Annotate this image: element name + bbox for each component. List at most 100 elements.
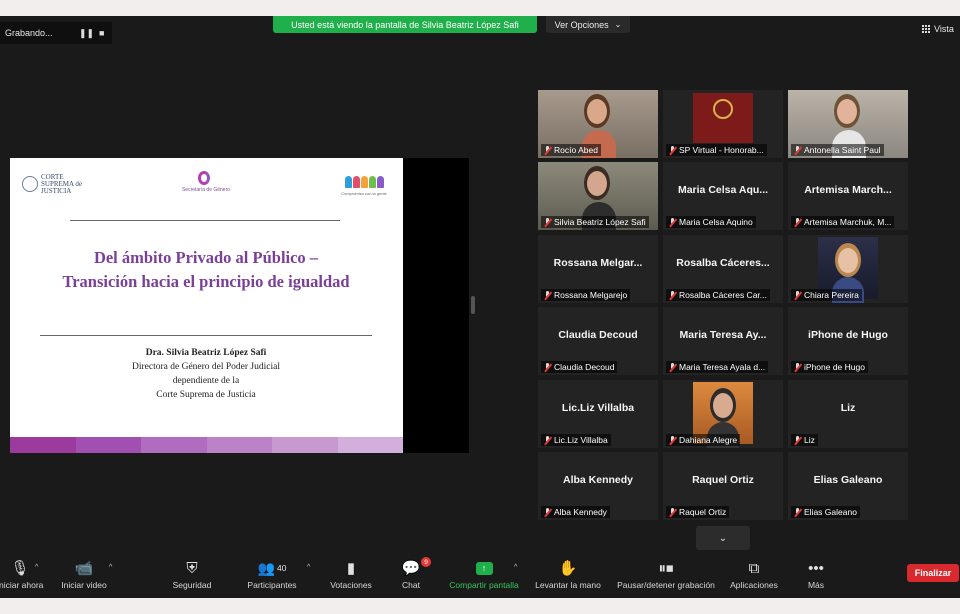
participant-name-label: Maria Teresa Ayala d... (666, 361, 769, 373)
footer-bar-segment (337, 437, 403, 453)
participant-name-label: Raquel Ortiz (666, 506, 730, 518)
participant-tile[interactable]: Claudia Decoud Claudia Decoud (538, 307, 658, 375)
share-screen-button[interactable]: ↑ Compartir pantalla (446, 558, 522, 590)
participant-tile[interactable]: Silvia Beatriz López Safi (538, 162, 658, 230)
participant-name-label: iPhone de Hugo (791, 361, 868, 373)
video-button[interactable]: 📹 Iniciar video (58, 558, 110, 590)
footer-bar-segment (272, 437, 338, 453)
genero-logo: Secretaría de Género (176, 171, 236, 201)
chevron-down-icon: ⌄ (718, 532, 728, 544)
audio-options-caret[interactable]: ^ (35, 564, 38, 571)
compromiso-logo: Compromiso con la gente (336, 176, 392, 202)
chat-button[interactable]: 💬 9 Chat (396, 557, 431, 590)
muted-mic-icon (544, 217, 551, 227)
stop-icon[interactable]: ■ (99, 28, 104, 38)
people-figures-icon (336, 176, 392, 188)
hand-icon: ✋ (558, 560, 578, 577)
participant-tile[interactable]: Rossana Melgar... Rossana Melgarejo (538, 235, 658, 303)
recording-indicator: Grabando... ❚❚ ■ (0, 22, 112, 44)
video-options-caret[interactable]: ^ (109, 564, 112, 571)
security-button[interactable]: ⛨ Seguridad (167, 558, 217, 591)
muted-mic-icon (794, 507, 801, 517)
apps-icon: ⧉ (748, 559, 760, 577)
participant-tile[interactable]: Antonella Saint Paul (788, 90, 908, 158)
participant-tile[interactable]: Alba Kennedy Alba Kennedy (538, 452, 658, 520)
corte-suprema-logo: CORTE SUPREMA de JUSTICIA (22, 174, 86, 200)
muted-mic-icon (544, 507, 551, 517)
participants-button[interactable]: 👥 40 Participantes (244, 558, 300, 591)
participant-tile[interactable]: Rosalba Cáceres... Rosalba Cáceres Car... (663, 235, 783, 303)
participant-tile[interactable]: iPhone de Hugo iPhone de Hugo (788, 307, 908, 375)
recording-control-button[interactable]: ⏸⏹ Pausar/detener grabación (613, 558, 719, 591)
split-handle[interactable] (471, 296, 475, 314)
muted-mic-icon (669, 507, 676, 517)
participant-name-label: Alba Kennedy (541, 506, 610, 518)
participant-display-name: Maria Teresa Ay... (679, 329, 767, 341)
participant-display-name: Liz (840, 402, 856, 414)
muted-mic-icon (794, 435, 801, 445)
author-role: Directora de Género del Poder Judicial (132, 362, 280, 372)
microphone-muted-icon: 🎙 (10, 560, 30, 577)
participant-display-name: Elias Galeano (813, 474, 883, 486)
divider-line (40, 335, 372, 336)
raise-hand-button[interactable]: ✋ Levantar la mano (532, 558, 604, 590)
gallery-expand-button[interactable]: ⌄ (696, 526, 750, 550)
video-off-icon: 📹 (74, 560, 94, 577)
participant-name-label: Lic.Liz Villalba (541, 434, 611, 446)
participant-name-label: Chiara Pereira (791, 289, 862, 301)
muted-mic-icon (669, 435, 676, 445)
muted-mic-icon (794, 290, 801, 300)
audio-button[interactable]: 🎙 Iniciar ahora (0, 558, 46, 590)
view-label: Vista (934, 24, 954, 34)
muted-mic-icon (669, 145, 676, 155)
author-role: dependiente de la (172, 376, 240, 386)
participant-name-label: Liz (791, 434, 818, 446)
pause-icon[interactable]: ❚❚ (79, 28, 94, 39)
participant-tile[interactable]: SP Virtual - Honorab... (663, 90, 783, 158)
participant-tile[interactable]: Maria Teresa Ay... Maria Teresa Ayala d..… (663, 307, 783, 375)
participant-name-label: Dahiana Alegre (666, 434, 741, 446)
footer-bar-segment (206, 437, 272, 453)
share-options-caret[interactable]: ^ (514, 564, 517, 571)
participant-tile[interactable]: Liz Liz (788, 380, 908, 448)
slide-author-block: Dra. Silvia Beatriz López Safi Directora… (60, 346, 352, 402)
participant-name-label: Rocío Abed (541, 144, 601, 156)
muted-mic-icon (794, 362, 801, 372)
participant-name-label: SP Virtual - Honorab... (666, 144, 767, 156)
muted-mic-icon (544, 435, 551, 445)
participant-display-name: Artemisa March... (804, 184, 892, 196)
seal-icon (22, 176, 38, 192)
muted-mic-icon (544, 145, 551, 155)
more-button[interactable]: ••• Más (803, 558, 829, 591)
participant-display-name: Maria Celsa Aqu... (677, 184, 769, 196)
participant-tile[interactable]: Rocío Abed (538, 90, 658, 158)
shield-icon: ⛨ (186, 559, 198, 577)
participant-name-label: Antonella Saint Paul (791, 144, 884, 156)
view-options-button[interactable]: Ver Opciones ⌄ (546, 16, 630, 33)
participant-tile[interactable]: Raquel Ortiz Raquel Ortiz (663, 452, 783, 520)
end-meeting-button[interactable]: Finalizar (907, 564, 959, 582)
participant-tile[interactable]: Artemisa March... Artemisa Marchuk, M... (788, 162, 908, 230)
participant-display-name: Rossana Melgar... (553, 257, 643, 269)
participant-tile[interactable]: Lic.Liz Villalba Lic.Liz Villalba (538, 380, 658, 448)
participant-name-label: Elias Galeano (791, 506, 860, 518)
polls-button[interactable]: ▮ Votaciones (326, 558, 376, 590)
shared-screen: CORTE SUPREMA de JUSTICIA Secretaría de … (10, 158, 469, 453)
participant-display-name: Lic.Liz Villalba (561, 402, 635, 414)
participant-display-name: Rosalba Cáceres... (676, 257, 770, 269)
participants-options-caret[interactable]: ^ (307, 564, 310, 571)
participant-name-label: Claudia Decoud (541, 361, 618, 373)
share-arrow-icon: ↑ (475, 561, 493, 575)
muted-mic-icon (544, 290, 551, 300)
apps-button[interactable]: ⧉ Aplicaciones (726, 558, 782, 591)
muted-mic-icon (669, 217, 676, 227)
view-button[interactable]: Vista (922, 24, 954, 34)
participant-tile[interactable]: Maria Celsa Aqu... Maria Celsa Aquino (663, 162, 783, 230)
participant-display-name: iPhone de Hugo (808, 329, 888, 341)
participant-tile[interactable]: Elias Galeano Elias Galeano (788, 452, 908, 520)
muted-mic-icon (669, 362, 676, 372)
participant-name-label: Artemisa Marchuk, M... (791, 216, 895, 228)
participant-tile[interactable]: Chiara Pereira (788, 235, 908, 303)
participant-tile[interactable]: Dahiana Alegre (663, 380, 783, 448)
participant-name-label: Silvia Beatriz López Safi (541, 216, 649, 228)
